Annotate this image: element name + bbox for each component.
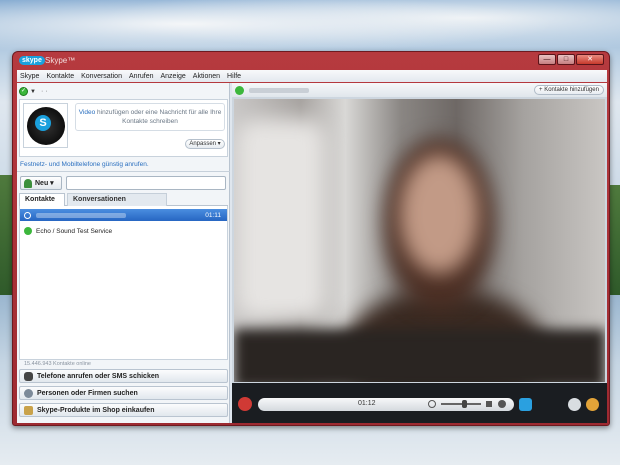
username-blurred: · ·	[40, 88, 48, 95]
action-label: Telefone anrufen oder SMS schicken	[37, 372, 160, 380]
promo-link[interactable]: Festnetz- und Mobiltelefone günstig anru…	[20, 161, 149, 168]
contact-name: Echo / Sound Test Service	[36, 227, 113, 235]
call-extras-button[interactable]	[586, 398, 599, 411]
divider	[17, 171, 230, 172]
video-person-face	[399, 154, 479, 274]
menu-aktionen[interactable]: Aktionen	[193, 73, 220, 80]
menu-skype[interactable]: Skype	[20, 73, 39, 80]
add-person-icon	[24, 178, 32, 188]
contact-name-blurred	[36, 212, 126, 218]
call-header: + Kontakte hinzufügen	[232, 83, 607, 97]
video-toggle-button[interactable]	[519, 398, 532, 411]
new-button-label: Neu ▾	[35, 180, 54, 187]
skype-s-icon: S	[35, 115, 51, 131]
contact-list[interactable]: 01:11 Echo / Sound Test Service	[19, 206, 228, 360]
search-input[interactable]	[66, 176, 226, 190]
window-title: Skype™	[45, 56, 76, 65]
contacts-tabs: Kontakte Konversationen	[19, 193, 228, 206]
shop-icon	[24, 405, 33, 415]
tab-konversationen[interactable]: Konversationen	[67, 193, 167, 206]
mood-message-field[interactable]: Video hinzufügen oder eine Nachricht für…	[75, 103, 225, 131]
call-phones-button[interactable]: Telefone anrufen oder SMS schicken	[19, 369, 228, 383]
close-button[interactable]: ✕	[576, 54, 604, 65]
mood-text: hinzufügen oder eine Nachricht für alle …	[95, 109, 222, 125]
new-button[interactable]: Neu ▾	[20, 176, 62, 190]
add-contact-button[interactable]: + Kontakte hinzufügen	[534, 85, 604, 95]
settings-icon[interactable]	[498, 400, 506, 408]
action-label: Personen oder Firmen suchen	[37, 389, 138, 397]
client-area: ✓ ▼ · · S Video hinzufügen oder eine Nac…	[17, 83, 607, 423]
online-status-icon: ✓	[19, 87, 28, 96]
video-foreground	[234, 329, 605, 382]
action-label: Skype-Produkte im Shop einkaufen	[37, 406, 155, 414]
microphone-icon[interactable]	[428, 400, 436, 408]
maximize-button[interactable]: □	[557, 54, 575, 65]
chevron-down-icon: ▼	[30, 88, 36, 95]
speaker-icon[interactable]	[486, 401, 492, 407]
list-item[interactable]: Echo / Sound Test Service	[20, 225, 227, 237]
menu-konversation[interactable]: Konversation	[81, 73, 122, 80]
call-duration: 01:11	[205, 211, 221, 219]
menu-hilfe[interactable]: Hilfe	[227, 73, 241, 80]
minimize-button[interactable]: —	[538, 54, 556, 65]
menu-kontakte[interactable]: Kontakte	[46, 73, 74, 80]
volume-knob[interactable]	[462, 400, 467, 408]
list-item[interactable]: 01:11	[20, 209, 227, 221]
contact-status-icon	[235, 85, 244, 95]
online-count: 15.446.943 Kontakte online	[24, 361, 91, 367]
mood-video-link[interactable]: Video	[79, 109, 96, 116]
video-feed[interactable]	[234, 99, 605, 382]
title-bar[interactable]: skype Skype™ — □ ✕	[13, 52, 609, 68]
call-timer: 01:12	[358, 400, 376, 407]
phone-icon	[24, 211, 31, 219]
menu-anzeige[interactable]: Anzeige	[161, 73, 186, 80]
call-options-button[interactable]	[568, 398, 581, 411]
volume-slider[interactable]	[441, 403, 481, 405]
telephone-icon	[24, 371, 33, 381]
call-contact-name-blurred	[249, 87, 309, 93]
avatar[interactable]: S	[23, 103, 68, 148]
shop-button[interactable]: Skype-Produkte im Shop einkaufen	[19, 403, 228, 417]
call-controls: 01:12	[232, 383, 607, 423]
tab-kontakte[interactable]: Kontakte	[19, 193, 65, 206]
skype-logo: skype	[19, 56, 45, 65]
hang-up-button[interactable]	[238, 397, 252, 411]
menu-anrufen[interactable]: Anrufen	[129, 73, 154, 80]
customize-button[interactable]: Anpassen ▾	[185, 139, 225, 149]
call-pane: + Kontakte hinzufügen 01:12	[232, 83, 607, 423]
profile-card: S Video hinzufügen oder eine Nachricht f…	[19, 99, 228, 157]
status-selector[interactable]: ✓ ▼ · ·	[19, 86, 228, 97]
find-people-button[interactable]: Personen oder Firmen suchen	[19, 386, 228, 400]
menu-bar: Skype Kontakte Konversation Anrufen Anze…	[17, 70, 607, 82]
search-icon	[24, 388, 33, 398]
call-status-bar: 01:12	[258, 398, 514, 411]
video-window-light	[236, 119, 326, 319]
contacts-pane: ✓ ▼ · · S Video hinzufügen oder eine Nac…	[17, 83, 230, 423]
skype-window: skype Skype™ — □ ✕ Skype Kontakte Konver…	[12, 51, 610, 426]
echo-contact-icon	[24, 227, 32, 235]
